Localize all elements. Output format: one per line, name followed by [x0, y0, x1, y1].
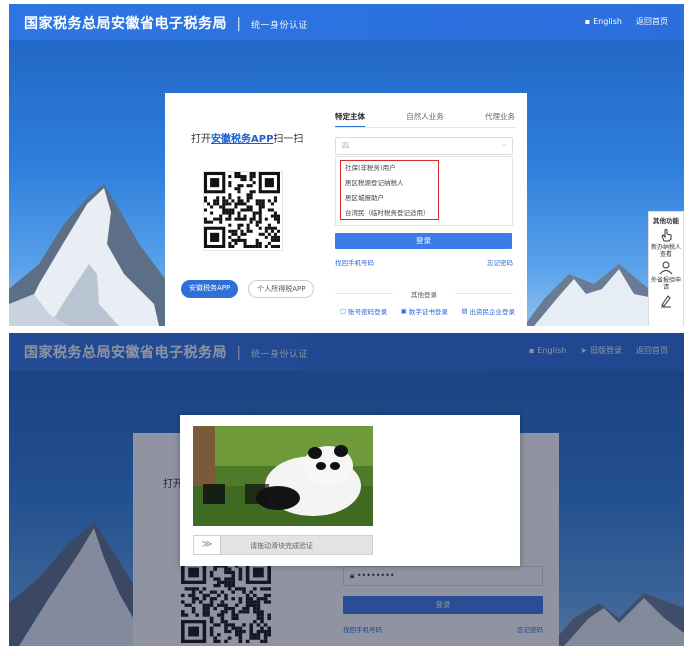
top-header: 国家税务总局安徽省电子税务局 | 统一身份认证 ▪ English 返回首页 [9, 4, 684, 40]
tab-natural-person[interactable]: 自然人业务 [406, 111, 444, 128]
captcha-slider[interactable]: ≫ 请拖动滑块完成验证 [193, 535, 373, 555]
screenshot-bottom: 国家税务总局安徽省电子税务局 | 统一身份认证 ▪ English ➤ 旧版登录… [9, 333, 684, 646]
screenshot-top: 国家税务总局安徽省电子税务局 | 统一身份认证 ▪ English 返回首页 打… [9, 4, 684, 326]
enterprise-login[interactable]: ▤ 出资民企业登录 [461, 306, 515, 316]
site-title: 国家税务总局安徽省电子税务局 | 统一身份认证 [24, 13, 308, 33]
home-link[interactable]: 返回首页 [636, 16, 668, 27]
other-login-options: ▢ 账号密码登录 ▣ 数字证书登录 ▤ 出资民企业登录 [340, 306, 515, 316]
slider-handle[interactable]: ≫ [194, 536, 221, 554]
login-links: 找回手机号码 忘记密码 [335, 257, 513, 267]
qr-app-name[interactable]: 安徽税务APP [211, 134, 273, 145]
header-links: ▪ English 返回首页 [585, 16, 668, 27]
new-taxpayer-item[interactable]: 新办纳税人查看 [649, 228, 683, 258]
red-highlight-annotation [340, 160, 439, 220]
captcha-modal: ≫ 请拖动滑块完成验证 [180, 415, 520, 566]
anhui-tax-app-button[interactable]: 安徽税务APP [181, 280, 239, 298]
person-icon [659, 261, 673, 275]
login-button[interactable]: 登录 [335, 233, 512, 249]
site-title-text: 国家税务总局安徽省电子税务局 [24, 16, 227, 32]
login-tabs: 特定主体 自然人业务 代理业务 [335, 111, 515, 128]
digital-certificate-login[interactable]: ▣ 数字证书登录 [401, 306, 448, 316]
qr-title: 打开安徽税务APP扫一扫 [191, 130, 303, 145]
english-link-label: English [593, 17, 622, 26]
site-subtitle: 统一身份认证 [250, 21, 308, 31]
qr-code-image [204, 172, 280, 248]
qr-title-prefix: 打开 [191, 134, 211, 145]
new-taxpayer-label: 新办纳税人查看 [650, 244, 681, 258]
side-float-panel: 其他功能 新办纳税人查看 外省报验申请 [648, 211, 684, 326]
out-province-item[interactable]: 外省报验申请 [649, 261, 683, 291]
other-login-title: 其他登录 [335, 289, 513, 299]
qr-code [203, 171, 283, 251]
pencil-icon [661, 295, 671, 308]
monitor-icon: ▪ [584, 17, 591, 26]
english-link[interactable]: ▪ English [585, 17, 622, 26]
tab-agent-business[interactable]: 代理业务 [485, 111, 515, 128]
forgot-password-link[interactable]: 忘记密码 [487, 257, 513, 267]
certificate-icon: ▣ [400, 307, 407, 315]
enterprise-login-label: 出资民企业登录 [469, 308, 516, 316]
digital-certificate-login-label: 数字证书登录 [408, 308, 448, 316]
chevron-down-icon: ⌄ [501, 140, 507, 148]
personal-tax-app-button[interactable]: 个人所得税APP [248, 280, 315, 298]
account-password-login-label: 账号密码登录 [348, 308, 388, 316]
panda-picture [193, 426, 373, 526]
slider-instruction: 请拖动滑块完成验证 [250, 542, 313, 550]
out-province-label: 外省报验申请 [650, 277, 681, 291]
side-float-title: 其他功能 [653, 217, 679, 225]
building-icon: ▤ [461, 307, 468, 315]
account-password-login[interactable]: ▢ 账号密码登录 [340, 306, 387, 316]
captcha-image [193, 426, 373, 526]
hand-pointer-icon [661, 229, 672, 242]
title-separator: | [236, 16, 242, 32]
tabs-divider [335, 127, 517, 128]
select-placeholder: 四 [342, 142, 349, 150]
double-chevron-right-icon: ≫ [201, 539, 213, 550]
user-icon: ▢ [340, 307, 347, 315]
qr-title-suffix: 扫一扫 [273, 134, 304, 145]
app-buttons: 安徽税务APP 个人所得税APP [181, 280, 315, 298]
mountain-left [9, 184, 179, 326]
login-card: 打开安徽税务APP扫一扫 安徽税务APP 个人所得税APP 特定主体 自然人业务… [165, 93, 527, 326]
edit-item[interactable] [649, 294, 683, 310]
forgot-phone-link[interactable]: 找回手机号码 [335, 259, 374, 267]
entity-type-select[interactable]: 四 ⌄ [335, 137, 513, 155]
tab-specific-entity[interactable]: 特定主体 [335, 111, 365, 128]
